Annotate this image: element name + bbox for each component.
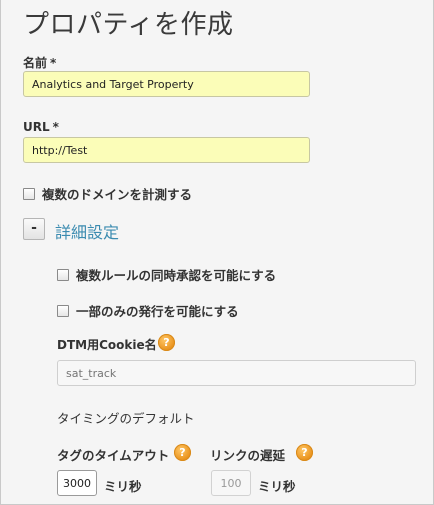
name-label: 名前 * [23,54,56,71]
cookie-name-input[interactable] [57,360,416,386]
tag-timeout-input[interactable] [57,470,97,496]
multi-domain-label: 複数のドメインを計測する [42,187,193,202]
url-required-mark: * [52,120,59,134]
advanced-collapse-button[interactable]: - [23,218,45,240]
name-input[interactable] [23,71,310,97]
concurrent-rules-checkbox[interactable] [57,268,69,281]
advanced-settings-title[interactable]: 詳細設定 [55,219,119,243]
link-delay-label: リンクの遅延 [210,448,286,463]
concurrent-rules-label: 複数ルールの同時承認を可能にする [76,268,277,283]
partial-publish-label: 一部のみの発行を可能にする [76,304,239,319]
url-label: URL * [23,120,59,134]
cookie-name-label: DTM用Cookie名 [57,338,157,352]
link-delay-unit: ミリ秒 [258,479,296,494]
url-label-text: URL [23,120,50,134]
link-delay-help-icon[interactable]: ? [296,444,313,461]
concurrent-rules-row[interactable]: 複数ルールの同時承認を可能にする [57,265,276,284]
timing-defaults-label: タイミングのデフォルト [57,411,195,426]
multi-domain-row[interactable]: 複数のドメインを計測する [23,184,192,203]
multi-domain-checkbox[interactable] [23,187,35,200]
create-property-panel: プロパティを作成 名前* URL* 複数のドメインを計測する - 詳細設定 複数… [0,0,434,505]
partial-publish-row[interactable]: 一部のみの発行を可能にする [57,301,239,320]
link-delay-input[interactable] [211,470,251,496]
tag-timeout-label: タグのタイムアウト [57,448,170,463]
name-label-text: 名前 [23,56,48,70]
page-title: プロパティを作成 [23,10,234,40]
tag-timeout-help-icon[interactable]: ? [174,444,191,461]
name-required-mark: * [50,56,57,70]
url-input[interactable] [23,137,310,163]
tag-timeout-unit: ミリ秒 [104,479,142,494]
partial-publish-checkbox[interactable] [57,304,69,317]
cookie-help-icon[interactable]: ? [158,334,175,351]
